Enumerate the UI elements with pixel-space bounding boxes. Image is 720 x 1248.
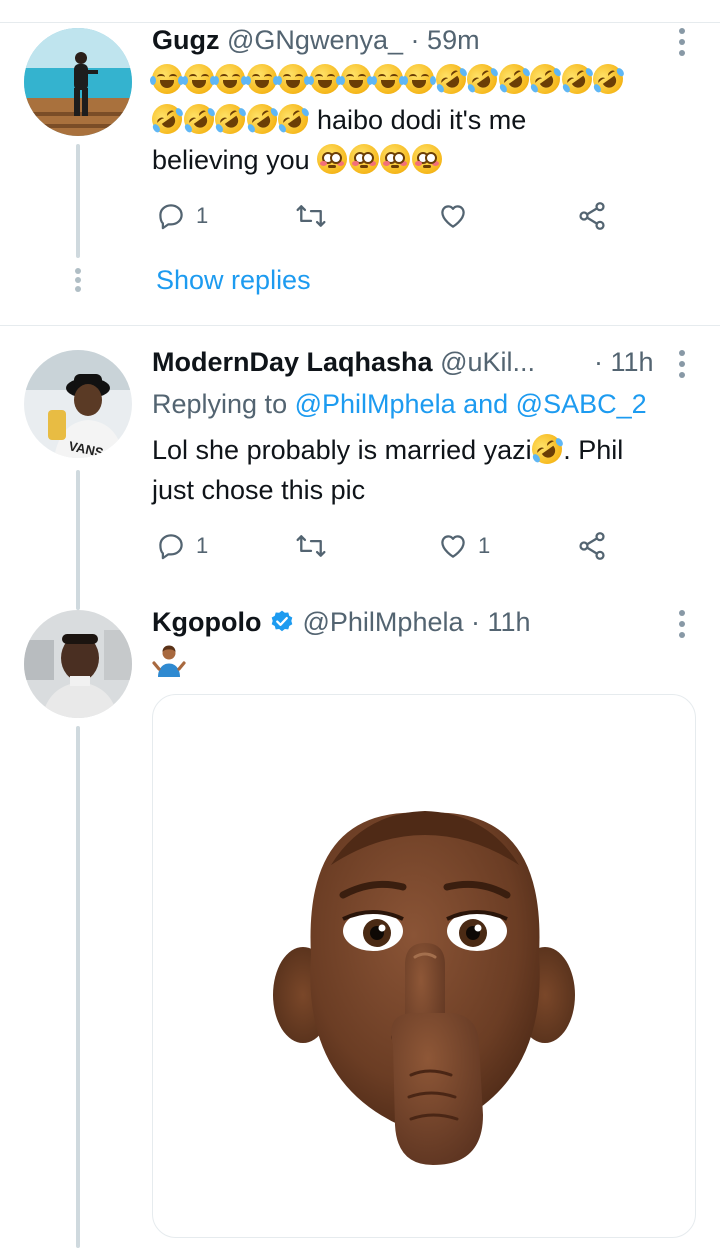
joy-emoji-icon [150, 64, 184, 94]
mention-link[interactable]: @PhilMphela [295, 389, 456, 419]
emoji-row-2: haibo dodi it's me [146, 98, 692, 140]
tweet-header: Gugz @GNgwenya_ · 59m [152, 20, 680, 60]
rofl-emoji-icon [555, 58, 598, 100]
person-shrugging-icon [152, 645, 186, 677]
timestamp[interactable]: 59m [427, 25, 480, 55]
tweet-media-image[interactable] [152, 694, 696, 1238]
rofl-emoji-icon [525, 428, 568, 470]
tweet-text-line: . Phil [563, 435, 624, 465]
retweet-button[interactable] [294, 526, 328, 566]
heart-icon [441, 205, 465, 228]
tweet-gugz[interactable]: Gugz @GNgwenya_ · 59m haibo dodi it's me… [0, 0, 720, 326]
display-name[interactable]: Kgopolo [152, 607, 261, 637]
reply-button[interactable]: 1 [156, 526, 208, 566]
avatar[interactable] [24, 28, 132, 136]
joy-emoji-icon [181, 64, 216, 94]
joy-emoji-icon [402, 64, 436, 94]
replying-to: Replying to @PhilMphela and @SABC_2 [152, 384, 692, 424]
tweet-header: Kgopolo @PhilMphela · 11h [152, 602, 680, 642]
more-options-icon[interactable] [672, 606, 692, 642]
rofl-emoji-icon [429, 58, 472, 100]
flushed-emoji-icon [317, 144, 348, 174]
like-button[interactable] [438, 196, 468, 236]
reply-count: 1 [196, 203, 209, 228]
reply-count: 1 [196, 533, 209, 558]
more-options-icon[interactable] [672, 24, 692, 60]
verified-badge-icon [271, 610, 293, 632]
tweet-actions: 1 1 [152, 526, 632, 566]
tweet-moderndaylaqhasha[interactable]: VANS ModernDay Laqhasha @uKil... · 11h R… [0, 326, 720, 610]
separator-dot: · [471, 607, 481, 637]
display-name[interactable]: ModernDay Laqhasha [152, 347, 433, 377]
joy-emoji-icon [213, 64, 247, 94]
rofl-emoji-icon [209, 98, 251, 140]
rofl-emoji-icon [461, 58, 503, 100]
flushed-emoji-icon [348, 144, 379, 174]
tweet-actions: 1 [152, 196, 632, 236]
joy-emoji-icon [339, 64, 373, 94]
rofl-emoji-icon [240, 98, 283, 140]
joy-emoji-icon [244, 64, 279, 94]
tweet-time: · 11h [594, 342, 680, 382]
user-handle[interactable]: @PhilMphela [303, 607, 464, 637]
like-count: 1 [478, 533, 491, 558]
tweet-text-line: Lol she probably is married yazi [152, 435, 532, 465]
tweet-text-line: believing you [152, 145, 310, 175]
tweet-text [152, 642, 692, 682]
timestamp[interactable]: 11h [488, 607, 531, 637]
joy-emoji-icon [307, 64, 342, 94]
share-icon [579, 532, 605, 560]
tweet-text: Lol she probably is married yazi . Phil j… [152, 428, 692, 510]
tweet-text-line-3: believing you [152, 140, 692, 180]
tweet-text: haibo dodi it's me believing you [146, 58, 692, 180]
tweet-text-line: haibo dodi it's me [309, 105, 527, 135]
avatar[interactable]: VANS [24, 350, 132, 458]
heart-icon [441, 535, 465, 558]
user-handle[interactable]: @uKil... [440, 347, 535, 377]
thread-line [76, 470, 80, 610]
mention-link[interactable]: @SABC_2 [516, 389, 647, 419]
reply-icon [159, 204, 183, 230]
thread-gap-dots [75, 268, 81, 292]
rofl-emoji-icon [524, 58, 566, 100]
memoji-shushing-face-image [273, 811, 575, 1165]
reply-button[interactable]: 1 [156, 196, 208, 236]
joy-emoji-icon [370, 64, 405, 94]
flushed-emoji-icon [411, 144, 442, 174]
display-name[interactable]: Gugz [152, 25, 220, 55]
retweet-icon [296, 535, 326, 557]
separator-dot: · [410, 25, 420, 55]
share-button[interactable] [576, 526, 608, 566]
show-replies-link[interactable]: Show replies [156, 260, 311, 300]
rofl-emoji-icon [492, 58, 535, 100]
separator-dot: · [594, 347, 603, 377]
tweet-text-line: just chose this pic [152, 475, 366, 505]
joy-emoji-icon [276, 64, 310, 94]
rofl-emoji-icon [177, 98, 220, 140]
timestamp[interactable]: 11h [611, 347, 654, 377]
reply-icon [159, 534, 183, 560]
rofl-emoji-icon [587, 58, 629, 100]
tweet-header: ModernDay Laqhasha @uKil... [152, 342, 624, 382]
thread-line [76, 144, 80, 258]
share-icon [579, 202, 605, 230]
thread-line [76, 726, 80, 1248]
rofl-emoji-icon [272, 98, 314, 140]
more-options-icon[interactable] [672, 346, 692, 382]
flushed-emoji-icon [380, 144, 411, 174]
user-handle[interactable]: @GNgwenya_ [227, 25, 403, 55]
emoji-row-1 [150, 58, 692, 100]
rofl-emoji-icon [146, 98, 188, 140]
like-button[interactable]: 1 [438, 526, 490, 566]
share-button[interactable] [576, 196, 608, 236]
retweet-button[interactable] [294, 196, 328, 236]
replying-to-label: Replying to [152, 389, 295, 419]
tweet-kgopolo[interactable]: Kgopolo @PhilMphela · 11h [0, 596, 720, 1248]
avatar[interactable] [24, 610, 132, 718]
mention-joiner[interactable]: and [456, 389, 516, 419]
retweet-icon [296, 205, 326, 227]
